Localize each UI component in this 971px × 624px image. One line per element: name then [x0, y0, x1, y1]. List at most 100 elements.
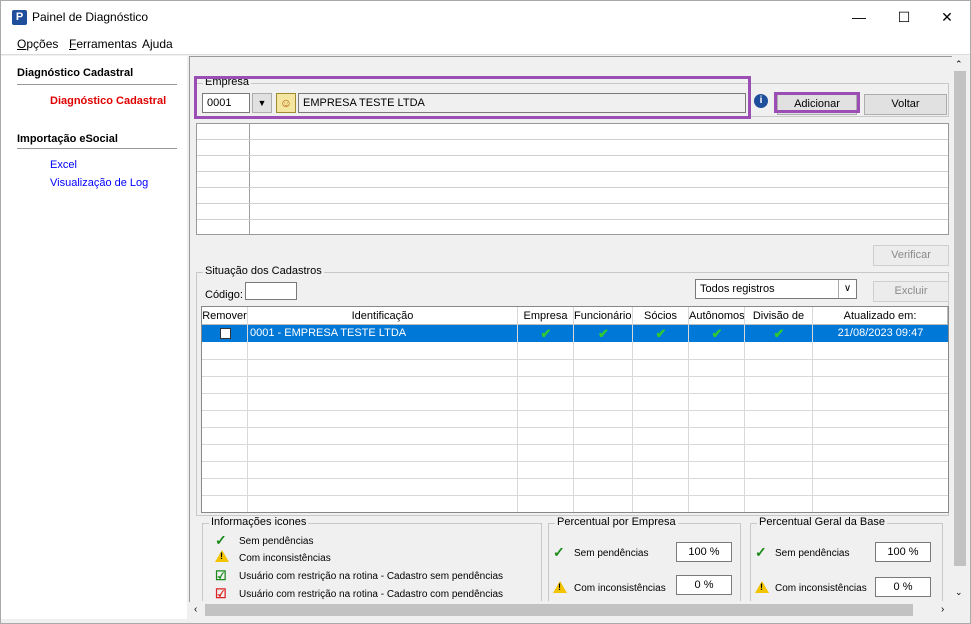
- grid-line: [632, 307, 633, 512]
- column-header-remover[interactable]: Remover: [202, 307, 248, 325]
- percent-empresa-sem-value: 100 %: [676, 542, 732, 562]
- scroll-right-icon[interactable]: ›: [941, 604, 944, 615]
- percent-base-com-value: 0 %: [875, 577, 931, 597]
- scroll-up-icon[interactable]: ⌃: [955, 59, 963, 70]
- check-icon: ✔: [655, 326, 667, 341]
- grid-line: [202, 359, 948, 360]
- highlight-frame: [194, 76, 751, 119]
- table-row[interactable]: 0001 - EMPRESA TESTE LTDA ✔ ✔ ✔ ✔ ✔ 21/0…: [202, 325, 948, 342]
- voltar-button[interactable]: Voltar: [864, 94, 947, 115]
- situacao-group-title: Situação dos Cadastros: [203, 265, 324, 277]
- percent-empresa-sem-label: Sem pendências: [574, 548, 649, 559]
- grid-line: [202, 427, 948, 428]
- grid-line: [573, 307, 574, 512]
- legend-item: ✓ Sem pendências: [215, 532, 314, 548]
- minimize-button[interactable]: —: [836, 1, 882, 33]
- column-header-divisao-rh[interactable]: Divisão de RH: [745, 307, 813, 340]
- menu-ajuda[interactable]: Ajuda: [142, 37, 173, 51]
- column-header-autonomos[interactable]: Autônomos: [689, 307, 745, 325]
- sidebar-section-title: Diagnóstico Cadastral: [17, 67, 134, 79]
- column-header-identificacao[interactable]: Identificação: [248, 307, 518, 325]
- codigo-label: Código:: [205, 289, 243, 301]
- grid-row: [197, 187, 948, 188]
- filter-select[interactable]: Todos registros ∨: [695, 279, 857, 299]
- verificar-button[interactable]: Verificar: [873, 245, 949, 266]
- menu-bar: Opções Ferramentas Ajuda: [1, 33, 970, 55]
- filter-select-value: Todos registros: [700, 283, 775, 295]
- warning-icon: [215, 550, 229, 562]
- percent-empresa-com-value: 0 %: [676, 575, 732, 595]
- horizontal-scroll-thumb[interactable]: [205, 604, 913, 616]
- warning-icon: [755, 581, 769, 593]
- grid-line: [247, 307, 248, 512]
- warning-icon: [553, 581, 567, 593]
- excluir-button[interactable]: Excluir: [873, 281, 949, 302]
- sidebar-link-diagnostico[interactable]: Diagnóstico Cadastral: [50, 95, 166, 107]
- title-bar: P Painel de Diagnóstico — ☐ ✕: [1, 1, 970, 33]
- percent-base-com-label: Com inconsistências: [775, 583, 867, 594]
- percent-base-sem-value: 100 %: [875, 542, 931, 562]
- grid-row: [197, 203, 948, 204]
- grid-line: [688, 307, 689, 512]
- divider: [17, 148, 177, 149]
- column-header-empresa[interactable]: Empresa: [518, 307, 574, 325]
- green-check-icon: ✓: [755, 544, 767, 560]
- scroll-down-icon[interactable]: ⌄: [955, 587, 963, 598]
- grid-row: [197, 155, 948, 156]
- menu-opcoes[interactable]: Opções: [17, 37, 58, 51]
- legend-item: ☑ Usuário com restrição na rotina - Cada…: [215, 568, 504, 583]
- grid-line: [812, 307, 813, 512]
- user-restricted-pending-icon: ☑: [215, 586, 227, 601]
- sidebar-link-log[interactable]: Visualização de Log: [50, 177, 148, 189]
- app-icon: P: [12, 10, 27, 25]
- percent-base-sem-label: Sem pendências: [775, 548, 850, 559]
- column-header-atualizado[interactable]: Atualizado em:: [813, 307, 948, 325]
- close-button[interactable]: ✕: [924, 1, 970, 33]
- percent-empresa-title: Percentual por Empresa: [555, 516, 678, 528]
- vertical-scroll-thumb[interactable]: [954, 71, 966, 566]
- user-restricted-check-icon: ☑: [215, 568, 227, 583]
- column-header-socios[interactable]: Sócios: [633, 307, 689, 325]
- grid-row: [197, 139, 948, 140]
- info-icon[interactable]: i: [754, 94, 768, 108]
- grid-line: [202, 410, 948, 411]
- percent-empresa-com-label: Com inconsistências: [574, 583, 666, 594]
- percent-base-title: Percentual Geral da Base: [757, 516, 887, 528]
- grid-line: [202, 461, 948, 462]
- grid-row: [197, 171, 948, 172]
- app-window: P Painel de Diagnóstico — ☐ ✕ Opções Fer…: [0, 0, 971, 624]
- grid-line: [517, 307, 518, 512]
- check-icon: ✔: [711, 326, 723, 341]
- window-title: Painel de Diagnóstico: [32, 10, 149, 24]
- sidebar-section-title: Importação eSocial: [17, 133, 118, 145]
- maximize-button[interactable]: ☐: [881, 1, 927, 33]
- situacao-table: Remover Identificação Empresa Funcionári…: [201, 306, 949, 513]
- scroll-left-icon[interactable]: ‹: [194, 604, 197, 615]
- identificacao-cell: 0001 - EMPRESA TESTE LTDA: [250, 327, 407, 339]
- check-icon: ✔: [540, 326, 552, 341]
- check-icon: ✔: [773, 326, 785, 341]
- empresa-grid: [196, 123, 949, 235]
- grid-column-divider: [249, 124, 250, 234]
- legend-item: Com inconsistências: [215, 550, 331, 564]
- grid-line: [202, 444, 948, 445]
- highlight-frame: [774, 92, 860, 113]
- sidebar: Diagnóstico Cadastral Diagnóstico Cadast…: [1, 56, 187, 619]
- divider: [17, 84, 177, 85]
- sidebar-link-excel[interactable]: Excel: [50, 159, 77, 171]
- menu-ferramentas[interactable]: Ferramentas: [69, 37, 137, 51]
- green-check-icon: ✓: [215, 532, 227, 548]
- grid-line: [744, 307, 745, 512]
- check-icon: ✔: [598, 326, 609, 341]
- grid-line: [202, 478, 948, 479]
- chevron-down-icon: ∨: [838, 280, 856, 298]
- atualizado-cell: 21/08/2023 09:47: [837, 327, 924, 339]
- remover-checkbox[interactable]: [220, 328, 231, 339]
- grid-line: [202, 376, 948, 377]
- column-header-funcionarios[interactable]: Funcionários: [574, 307, 637, 325]
- codigo-input[interactable]: [245, 282, 297, 300]
- grid-line: [202, 393, 948, 394]
- legend-title: Informações icones: [209, 516, 309, 528]
- grid-row: [197, 219, 948, 220]
- green-check-icon: ✓: [553, 544, 565, 560]
